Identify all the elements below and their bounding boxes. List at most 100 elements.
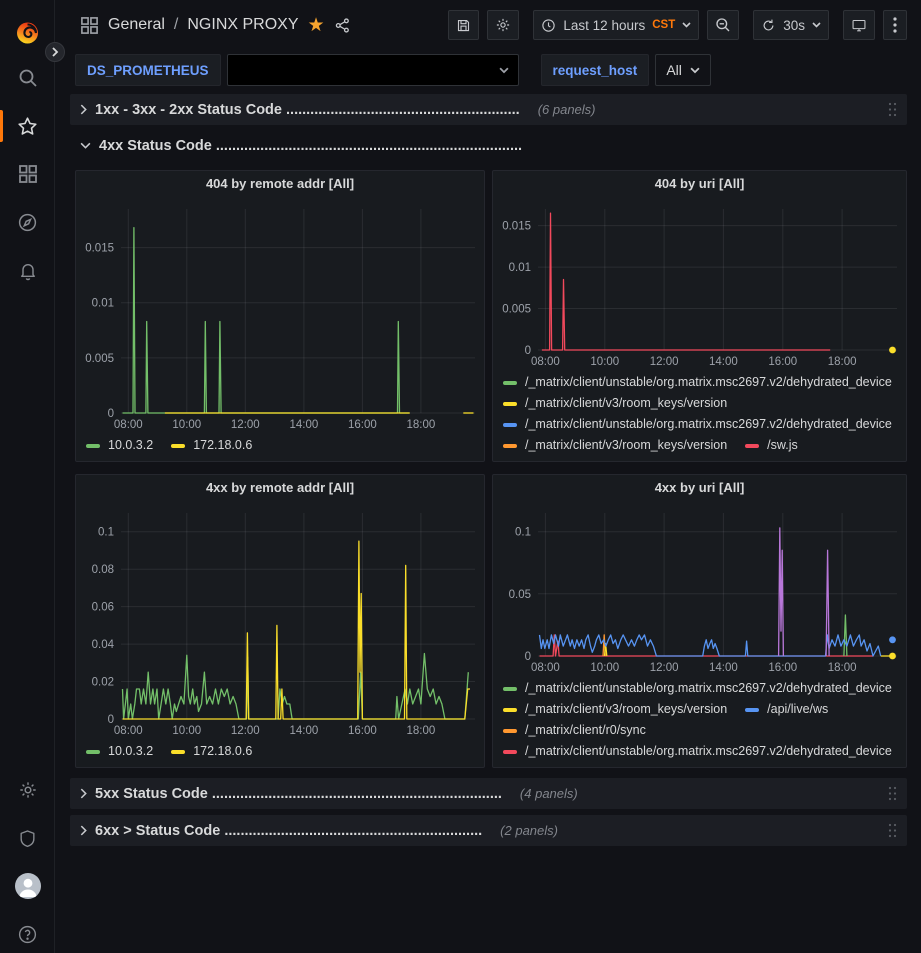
row-5xx[interactable]: 5xx Status Code ........................… (70, 778, 907, 809)
chevron-right-icon (80, 825, 87, 836)
panel-4xx-by-remote-addr: 4xx by remote addr [All] 08:0010:0012:00… (75, 474, 485, 768)
legend-series-swatch (503, 423, 517, 427)
bell-icon (18, 260, 38, 281)
svg-text:0.08: 0.08 (92, 564, 114, 576)
svg-text:0.01: 0.01 (92, 298, 114, 310)
legend-series-swatch (86, 750, 100, 754)
legend-item[interactable]: /sw.js (745, 435, 798, 456)
search-icon (18, 68, 38, 88)
legend-item[interactable]: /_matrix/client/unstable/org.matrix.msc2… (503, 741, 892, 762)
clock-icon (541, 18, 556, 33)
legend-item[interactable]: /_matrix/client/unstable/org.matrix.msc2… (503, 414, 892, 435)
sidebar-item-search[interactable] (0, 58, 55, 98)
sidebar-item-profile[interactable] (0, 866, 55, 906)
variable-request-host-label[interactable]: request_host (541, 54, 650, 86)
legend-item[interactable]: /_matrix/client/v3/room_keys/version (503, 393, 727, 414)
star-outline-icon (17, 116, 38, 137)
kebab-menu-button[interactable] (883, 10, 907, 40)
svg-text:14:00: 14:00 (709, 356, 738, 368)
panel-title[interactable]: 4xx by uri [All] (493, 475, 906, 500)
svg-text:10:00: 10:00 (590, 662, 619, 674)
dashboard-grid-icon (80, 16, 99, 35)
timezone-label: CST (652, 19, 675, 31)
tv-mode-button[interactable] (843, 10, 875, 40)
panel-4xx-by-uri: 4xx by uri [All] 08:0010:0012:0014:0016:… (492, 474, 907, 768)
legend-item[interactable]: 10.0.3.2 (86, 435, 153, 456)
row-1xx-3xx-2xx[interactable]: 1xx - 3xx - 2xx Status Code ............… (70, 94, 907, 125)
panel-title[interactable]: 4xx by remote addr [All] (76, 475, 484, 500)
plot-area[interactable]: 08:0010:0012:0014:0016:0018:0000.050.1 (493, 500, 906, 676)
top-navbar: General / NGINX PROXY ★ (55, 0, 921, 50)
svg-text:0.06: 0.06 (92, 602, 114, 614)
sidebar-item-server-admin[interactable] (0, 818, 55, 858)
main-area: General / NGINX PROXY ★ (55, 0, 921, 953)
breadcrumb-section[interactable]: General (108, 16, 165, 34)
panel-title[interactable]: 404 by uri [All] (493, 171, 906, 196)
chevron-right-icon (80, 104, 87, 115)
legend-item[interactable]: /_matrix/client/v3/room_keys/version (503, 699, 727, 720)
panel-404-by-uri: 404 by uri [All] 08:0010:0012:0014:0016:… (492, 170, 907, 462)
sidebar-item-help[interactable] (0, 914, 55, 953)
svg-text:0.005: 0.005 (85, 353, 114, 365)
svg-text:08:00: 08:00 (531, 662, 560, 674)
help-circle-icon (17, 924, 38, 945)
sidebar-item-dashboards[interactable] (0, 154, 55, 194)
svg-text:0.005: 0.005 (502, 304, 531, 316)
sidebar-item-configuration[interactable] (0, 770, 55, 810)
legend-item[interactable]: 172.18.0.6 (171, 741, 252, 762)
legend-item[interactable]: /_matrix/client/unstable/org.matrix.msc2… (503, 372, 892, 393)
row-drag-handle[interactable] (888, 786, 897, 801)
row-drag-handle[interactable] (888, 823, 897, 838)
favorite-star-icon[interactable]: ★ (308, 16, 325, 35)
zoom-out-time-button[interactable] (707, 10, 739, 40)
legend-series-swatch (503, 708, 517, 712)
row-title: 5xx Status Code ........................… (95, 786, 502, 802)
share-icon[interactable] (334, 17, 351, 34)
save-dashboard-button[interactable] (448, 10, 479, 40)
chevron-down-icon (682, 22, 691, 28)
row-drag-handle[interactable] (888, 102, 897, 117)
grafana-dashboard: General / NGINX PROXY ★ (0, 0, 921, 953)
chevron-down-icon (80, 142, 91, 149)
sidebar-item-explore[interactable] (0, 202, 55, 242)
sidebar-item-starred[interactable] (0, 106, 55, 146)
svg-text:18:00: 18:00 (407, 725, 436, 737)
legend-item[interactable]: /_matrix/client/unstable/org.matrix.msc2… (503, 678, 892, 699)
variable-request-host-value[interactable]: All (655, 54, 711, 86)
plot-area[interactable]: 08:0010:0012:0014:0016:0018:0000.0050.01… (76, 196, 484, 433)
svg-text:12:00: 12:00 (231, 419, 260, 431)
svg-text:14:00: 14:00 (290, 725, 319, 737)
row-6xx[interactable]: 6xx > Status Code ......................… (70, 815, 907, 846)
panel-title[interactable]: 404 by remote addr [All] (76, 171, 484, 196)
sidebar-item-alerting[interactable] (0, 250, 55, 290)
legend-item[interactable]: /_matrix/client/v3/room_keys/version (503, 435, 727, 456)
svg-text:16:00: 16:00 (768, 662, 797, 674)
legend: 10.0.3.2 172.18.0.6 (76, 433, 484, 461)
legend-item[interactable]: /api/live/ws (745, 699, 828, 720)
legend-item[interactable]: 172.18.0.6 (171, 435, 252, 456)
variable-ds-prometheus-value[interactable] (227, 54, 519, 86)
refresh-icon (761, 18, 776, 33)
refresh-interval-button[interactable]: 30s (753, 10, 829, 40)
svg-text:0: 0 (108, 714, 114, 726)
legend-item[interactable]: 10.0.3.2 (86, 741, 153, 762)
svg-text:0.04: 0.04 (92, 639, 115, 651)
svg-text:08:00: 08:00 (114, 419, 143, 431)
legend-item[interactable]: /_matrix/client/r0/sync (503, 720, 646, 741)
chevron-right-icon (51, 47, 59, 57)
svg-text:0.02: 0.02 (92, 677, 114, 689)
legend-series-swatch (503, 687, 517, 691)
svg-text:16:00: 16:00 (768, 356, 797, 368)
time-range-picker[interactable]: Last 12 hours CST (533, 10, 699, 40)
plot-area[interactable]: 08:0010:0012:0014:0016:0018:0000.0050.01… (493, 196, 906, 370)
legend: /_matrix/client/unstable/org.matrix.msc2… (493, 676, 906, 767)
sidebar-expand-button[interactable] (45, 42, 65, 62)
svg-text:0: 0 (525, 345, 531, 357)
gear-icon (18, 780, 38, 800)
row-4xx[interactable]: 4xx Status Code ........................… (70, 131, 907, 160)
plot-area[interactable]: 08:0010:0012:0014:0016:0018:0000.020.040… (76, 500, 484, 739)
variable-ds-prometheus-label[interactable]: DS_PROMETHEUS (75, 54, 221, 86)
dashboard-settings-button[interactable] (487, 10, 519, 40)
row-panel-count: (2 panels) (500, 823, 558, 838)
dashboard-title[interactable]: NGINX PROXY (187, 16, 298, 34)
